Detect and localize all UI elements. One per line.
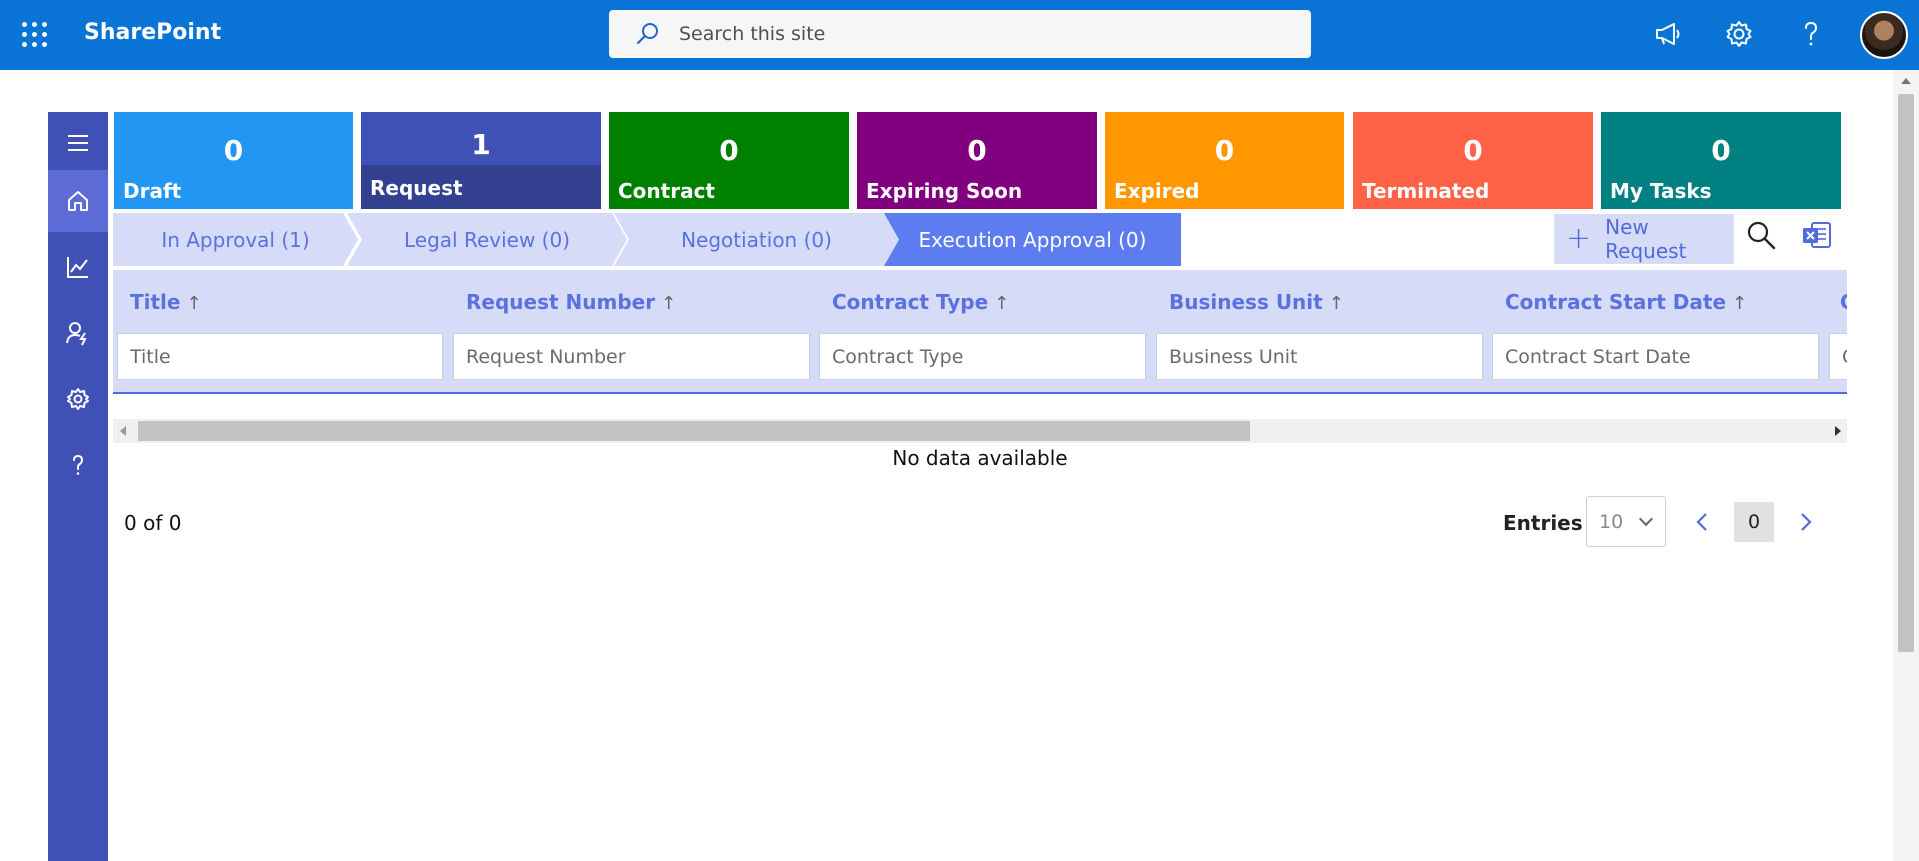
- scroll-up-arrow[interactable]: [1901, 78, 1911, 84]
- chart-icon[interactable]: [48, 236, 108, 298]
- column-header-contract-start-date[interactable]: Contract Start Date ↑: [1505, 290, 1747, 314]
- column-title-text: Title: [130, 290, 181, 314]
- tile-count: 0: [1463, 134, 1483, 167]
- entries-per-page-select[interactable]: 10: [1586, 496, 1666, 547]
- new-request-label: New Request: [1605, 215, 1687, 263]
- app-name[interactable]: SharePoint: [84, 20, 221, 45]
- avatar[interactable]: [1860, 11, 1908, 59]
- prev-page-icon[interactable]: [1692, 511, 1714, 533]
- column-title-text: Contract Start Date: [1505, 290, 1727, 314]
- record-count: 0 of 0: [124, 511, 182, 535]
- excel-export-icon[interactable]: [1800, 218, 1834, 252]
- filter-truncated-input[interactable]: [1829, 333, 1847, 380]
- grid-header: Title ↑ Request Number ↑ Contract Type ↑ Bu…: [113, 270, 1847, 394]
- scroll-left-arrow[interactable]: [120, 426, 126, 436]
- tile-count: 0: [223, 134, 244, 167]
- column-header-request-number[interactable]: Request Number ↑: [466, 290, 676, 314]
- chevron-down-icon: [1638, 511, 1654, 527]
- entries-value: 10: [1599, 510, 1624, 533]
- help-icon[interactable]: [1795, 18, 1827, 50]
- scrollbar-thumb[interactable]: [1898, 94, 1914, 652]
- suite-bar: SharePoint: [0, 0, 1919, 70]
- help-icon[interactable]: [48, 434, 108, 496]
- tile-draft[interactable]: 0 Draft: [114, 112, 353, 209]
- filter-request-number-input[interactable]: [453, 333, 810, 380]
- stage-in-approval[interactable]: In Approval (1): [113, 213, 358, 266]
- search-input[interactable]: [679, 23, 1279, 45]
- column-header-title[interactable]: Title ↑: [130, 290, 202, 314]
- column-header-truncated[interactable]: C: [1840, 290, 1847, 314]
- stage-label: Legal Review (0): [403, 227, 570, 252]
- sort-arrow-icon: ↑: [186, 293, 202, 314]
- plus-icon: +: [1566, 221, 1592, 256]
- tile-terminated[interactable]: 0 Terminated: [1353, 112, 1593, 209]
- page-scrollbar[interactable]: [1893, 70, 1919, 861]
- tile-label: Expiring Soon: [866, 179, 1023, 203]
- stage-label: In Approval (1): [161, 227, 310, 252]
- tile-label: Expired: [1114, 179, 1200, 203]
- column-title-text: Request Number: [466, 290, 656, 314]
- column-title-text: Business Unit: [1169, 290, 1323, 314]
- filter-contract-start-date-input[interactable]: [1492, 333, 1819, 380]
- column-header-contract-type[interactable]: Contract Type ↑: [832, 290, 1009, 314]
- stage-label: Execution Approval (0): [918, 227, 1147, 252]
- current-page-button[interactable]: 0: [1734, 502, 1774, 542]
- tile-count: 0: [1214, 134, 1235, 167]
- column-title-text: Contract Type: [832, 290, 989, 314]
- tile-label: Draft: [123, 179, 182, 203]
- nav-rail: [48, 112, 108, 861]
- tile-count: 0: [719, 134, 739, 167]
- tile-label: Terminated: [1362, 179, 1490, 203]
- scrollbar-thumb[interactable]: [138, 421, 1250, 441]
- stage-negotiation[interactable]: Negotiation (0): [614, 213, 899, 266]
- home-icon[interactable]: [48, 170, 108, 232]
- filter-title-input[interactable]: [117, 333, 443, 380]
- entries-label: Entries: [1503, 511, 1583, 535]
- tile-request[interactable]: 1 Request: [361, 112, 601, 209]
- tile-count: 1: [471, 128, 491, 161]
- stage-execution-approval[interactable]: Execution Approval (0): [884, 213, 1181, 266]
- menu-icon[interactable]: [48, 112, 108, 174]
- search-icon: [636, 23, 658, 45]
- sort-arrow-icon: ↑: [661, 293, 677, 314]
- gear-icon[interactable]: [48, 368, 108, 430]
- gear-icon[interactable]: [1723, 18, 1755, 50]
- scroll-right-arrow[interactable]: [1835, 426, 1841, 436]
- site-search-box[interactable]: [609, 10, 1311, 58]
- tile-label: Request: [370, 176, 463, 200]
- tile-my-tasks[interactable]: 0 My Tasks: [1601, 112, 1841, 209]
- filter-business-unit-input[interactable]: [1156, 333, 1483, 380]
- tile-label: My Tasks: [1610, 179, 1712, 203]
- search-icon[interactable]: [1744, 218, 1778, 252]
- column-header-business-unit[interactable]: Business Unit ↑: [1169, 290, 1344, 314]
- empty-state-message: No data available: [892, 446, 1068, 470]
- sort-arrow-icon: ↑: [1732, 293, 1748, 314]
- user-manage-icon[interactable]: [48, 302, 108, 364]
- megaphone-icon[interactable]: [1652, 18, 1684, 50]
- tile-expired[interactable]: 0 Expired: [1105, 112, 1344, 209]
- next-page-icon[interactable]: [1794, 511, 1816, 533]
- grid-horizontal-scrollbar[interactable]: [113, 419, 1847, 443]
- tile-count: 0: [967, 134, 987, 167]
- filter-contract-type-input[interactable]: [819, 333, 1146, 380]
- new-request-button[interactable]: + New Request: [1554, 214, 1734, 264]
- waffle-icon[interactable]: [22, 22, 48, 48]
- column-title-text: C: [1840, 290, 1847, 314]
- sort-arrow-icon: ↑: [1328, 293, 1344, 314]
- stage-legal-review[interactable]: Legal Review (0): [347, 213, 627, 266]
- tile-expiring-soon[interactable]: 0 Expiring Soon: [857, 112, 1097, 209]
- stage-label: Negotiation (0): [681, 227, 832, 252]
- tile-label: Contract: [618, 179, 715, 203]
- tile-count: 0: [1711, 134, 1731, 167]
- tile-contract[interactable]: 0 Contract: [609, 112, 849, 209]
- sort-arrow-icon: ↑: [994, 293, 1010, 314]
